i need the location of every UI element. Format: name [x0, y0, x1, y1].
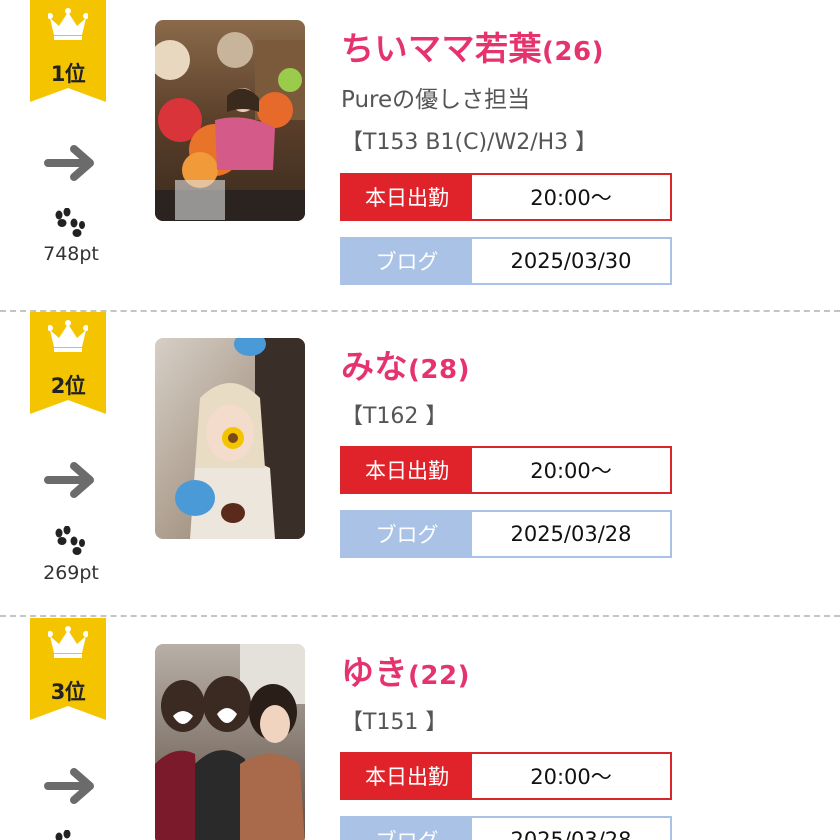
crown-icon: [48, 8, 88, 40]
work-time: 20:00〜: [530, 765, 612, 789]
work-time: 20:00〜: [530, 186, 612, 210]
cast-name-text: ゆき: [341, 653, 408, 692]
divider: [0, 615, 840, 617]
ranking-entry: 3位 ゆき(22) 【T151 】 本日出勤 20:00〜 2025/03/28: [0, 618, 840, 840]
blog-row[interactable]: ブログ 2025/03/28: [340, 510, 672, 558]
body-stats: 【T162 】: [341, 404, 448, 429]
cast-age: (26): [542, 37, 604, 67]
right-arrow-icon[interactable]: [44, 460, 98, 500]
rank-label: 1位: [50, 62, 86, 86]
ranking-list: 1位 748pt ちいママ若葉(26) Pureの優しさ担当 【T153 B1(…: [0, 0, 840, 840]
blog-row[interactable]: ブログ 2025/03/30: [340, 237, 672, 285]
work-schedule-row: 本日出勤 20:00〜: [340, 446, 672, 494]
blog-label: ブログ: [342, 239, 472, 283]
rank-badge: 1位: [30, 0, 106, 102]
blog-label: ブログ: [342, 512, 472, 556]
work-time: 20:00〜: [530, 459, 612, 483]
cast-age: (22): [408, 661, 470, 691]
cast-age: (28): [408, 355, 470, 385]
right-arrow-icon[interactable]: [44, 766, 98, 806]
cast-name-text: ちいママ若葉: [341, 29, 542, 68]
cast-name[interactable]: ゆき(22): [341, 646, 470, 694]
rank-label: 3位: [50, 680, 86, 704]
crown-icon: [48, 320, 88, 352]
right-arrow-icon[interactable]: [44, 143, 98, 183]
blog-row[interactable]: ブログ 2025/03/28: [340, 816, 672, 840]
work-schedule-row: 本日出勤 20:00〜: [340, 752, 672, 800]
cast-name[interactable]: みな(28): [341, 340, 470, 388]
cast-name-text: みな: [341, 347, 408, 386]
points-value: 748pt: [43, 243, 99, 265]
profile-photo[interactable]: [155, 20, 305, 221]
body-stats: 【T153 B1(C)/W2/H3 】: [341, 130, 598, 155]
ranking-entry: 2位 269pt みな(28) 【T162 】 本日出勤 20:00〜 ブログ …: [0, 312, 840, 622]
catchphrase: Pureの優しさ担当: [341, 87, 531, 113]
blog-label: ブログ: [342, 818, 472, 840]
rank-label: 2位: [50, 374, 86, 398]
profile-photo[interactable]: [155, 338, 305, 539]
ranking-entry: 1位 748pt ちいママ若葉(26) Pureの優しさ担当 【T153 B1(…: [0, 0, 840, 312]
work-label: 本日出勤: [342, 448, 472, 492]
paw-icon: [55, 208, 85, 237]
rank-badge: 2位: [30, 312, 106, 414]
body-stats: 【T151 】: [341, 710, 448, 735]
paw-icon: [55, 526, 85, 555]
points-value: 269pt: [43, 562, 99, 584]
paw-icon: [55, 830, 71, 840]
blog-date: 2025/03/28: [510, 522, 632, 546]
work-schedule-row: 本日出勤 20:00〜: [340, 173, 672, 221]
cast-name[interactable]: ちいママ若葉(26): [341, 22, 604, 70]
blog-date: 2025/03/28: [510, 828, 632, 840]
crown-icon: [48, 626, 88, 658]
profile-photo[interactable]: [155, 644, 305, 840]
work-label: 本日出勤: [342, 175, 472, 219]
rank-badge: 3位: [30, 618, 106, 720]
work-label: 本日出勤: [342, 754, 472, 798]
blog-date: 2025/03/30: [510, 249, 632, 273]
